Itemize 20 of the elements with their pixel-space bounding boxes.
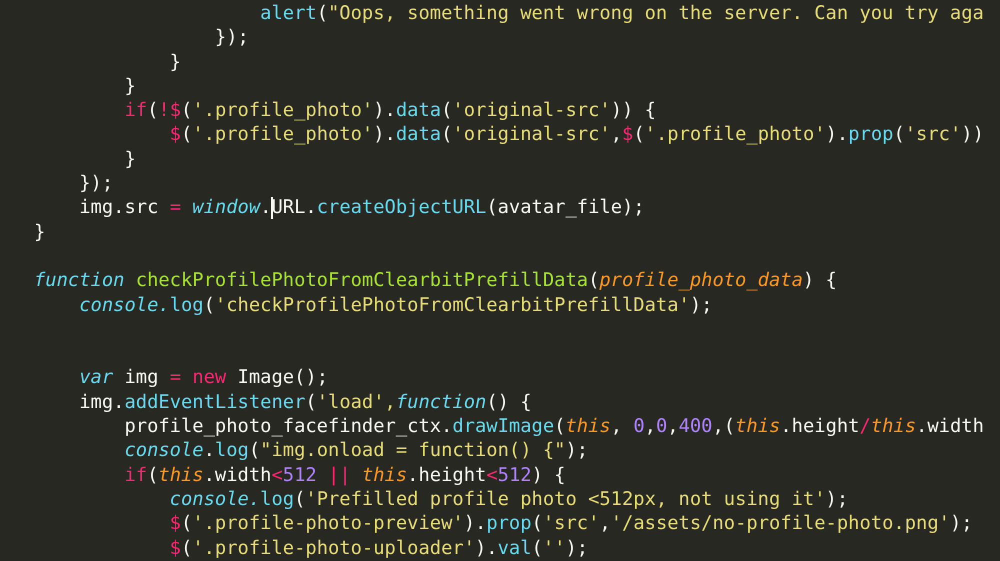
- code-line: function checkProfilePhotoFromClearbitPrefillData(profile_photo_data) {: [34, 269, 837, 294]
- code-line: });: [214, 26, 249, 50]
- code-line: alert("Oops, something went wrong on the server. Can you try aga: [259, 2, 984, 26]
- code-line: profile_photo_facefinder_ctx.drawImage(this, 0,0,400,(this.height/this.width: [123, 415, 984, 440]
- code-line: if(!$('.profile_photo').data('original-src')) {: [123, 99, 656, 124]
- code-line: }: [123, 74, 136, 99]
- code-line: if(this.width<512 || this.height<512) {: [123, 464, 566, 488]
- code-line: console.log('checkProfilePhotoFromClearbitPrefillData');: [78, 294, 712, 318]
- code-line: }: [123, 148, 136, 172]
- code-line: });: [78, 172, 114, 196]
- code-line: console.log('Prefilled profile photo <512px, not using it');: [168, 488, 848, 512]
- code-line: $('.profile-photo-uploader').val('');: [168, 536, 588, 561]
- code-line: img.addEventListener('load',function() {: [78, 390, 532, 415]
- code-line: $('.profile-photo-preview').prop('src','/assets/no-profile-photo.png');: [168, 512, 973, 536]
- code-line: var img = new Image();: [78, 366, 328, 390]
- code-line: img.src = window.URL.createObjectURL(avatar_file);: [78, 196, 645, 221]
- code-line: $('.profile_photo').data('original-src',$('.profile_photo').prop('src')): [168, 123, 984, 148]
- code-line: }: [34, 220, 46, 245]
- code-line: console.log("img.onload = function() {");: [123, 439, 588, 464]
- code-line: }: [168, 50, 181, 75]
